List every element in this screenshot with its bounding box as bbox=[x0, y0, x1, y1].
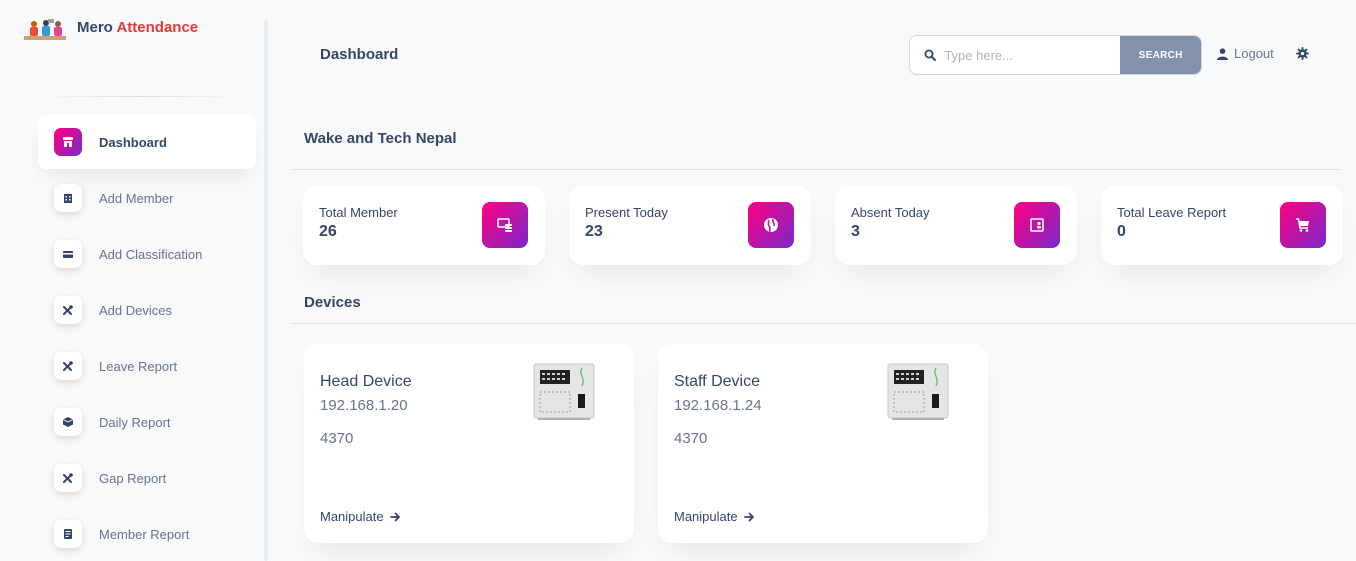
sidebar-item-label: Add Member bbox=[99, 190, 174, 206]
credit-card-icon bbox=[54, 240, 82, 268]
page-title: Dashboard bbox=[320, 46, 399, 63]
device-port: 4370 bbox=[320, 430, 354, 447]
device-card-staff: Staff Device 192.168.1.24 4370 Manipulat… bbox=[658, 344, 988, 543]
manipulate-link[interactable]: Manipulate bbox=[674, 509, 755, 524]
search-icon bbox=[910, 36, 942, 74]
brand-name-part2: Attendance bbox=[116, 19, 199, 36]
device-port: 4370 bbox=[674, 430, 708, 447]
manipulate-link[interactable]: Manipulate bbox=[320, 509, 401, 524]
manipulate-label: Manipulate bbox=[674, 509, 738, 524]
tools-icon bbox=[54, 352, 82, 380]
manipulate-label: Manipulate bbox=[320, 509, 384, 524]
world-icon bbox=[748, 202, 794, 248]
sidebar-nav: Dashboard Add Member Add Classification … bbox=[38, 115, 256, 561]
sidebar-item-leave-report[interactable]: Leave Report bbox=[38, 339, 256, 393]
section-divider bbox=[292, 169, 1340, 170]
devices-section-title: Devices bbox=[304, 294, 361, 311]
arrow-right-icon bbox=[743, 512, 755, 522]
tools-icon bbox=[54, 296, 82, 324]
sidebar-item-member-report[interactable]: Member Report bbox=[38, 507, 256, 561]
cart-icon bbox=[1280, 202, 1326, 248]
company-name: Wake and Tech Nepal bbox=[304, 130, 457, 147]
sidebar-item-add-devices[interactable]: Add Devices bbox=[38, 283, 256, 337]
search-bar: SEARCH bbox=[909, 35, 1202, 75]
sidebar-item-label: Add Classification bbox=[99, 246, 203, 262]
tools-icon bbox=[54, 464, 82, 492]
sidebar-item-add-member[interactable]: Add Member bbox=[38, 171, 256, 225]
sidebar-item-label: Add Devices bbox=[99, 302, 172, 318]
search-button[interactable]: SEARCH bbox=[1120, 36, 1201, 74]
arrow-right-icon bbox=[389, 512, 401, 522]
stat-card-total-leave-report: Total Leave Report 0 bbox=[1101, 186, 1343, 265]
sidebar-item-label: Leave Report bbox=[99, 358, 178, 374]
stat-card-absent-today: Absent Today 3 bbox=[835, 186, 1077, 265]
section-divider bbox=[292, 323, 1356, 324]
logout-label: Logout bbox=[1234, 46, 1274, 61]
device-card-head: Head Device 192.168.1.20 4370 Manipulate bbox=[304, 344, 634, 543]
brand-divider bbox=[40, 96, 240, 97]
stat-card-present-today: Present Today 23 bbox=[569, 186, 811, 265]
document-icon bbox=[54, 520, 82, 548]
sidebar-item-label: Dashboard bbox=[99, 134, 167, 150]
sidebar: Mero Attendance Dashboard Add Member Add… bbox=[0, 0, 268, 561]
screen-icon bbox=[482, 202, 528, 248]
sidebar-item-label: Daily Report bbox=[99, 414, 171, 430]
attendance-device-image bbox=[533, 363, 595, 420]
brand[interactable]: Mero Attendance bbox=[22, 18, 198, 42]
sidebar-item-dashboard[interactable]: Dashboard bbox=[38, 115, 256, 169]
sidebar-divider bbox=[264, 20, 268, 561]
shop-icon bbox=[54, 128, 82, 156]
gear-icon[interactable] bbox=[1296, 47, 1309, 60]
badge-icon bbox=[1014, 202, 1060, 248]
brand-name: Mero Attendance bbox=[77, 18, 198, 38]
logout-button[interactable]: Logout bbox=[1217, 46, 1274, 61]
user-icon bbox=[1217, 47, 1228, 60]
box-icon bbox=[54, 408, 82, 436]
sidebar-item-gap-report[interactable]: Gap Report bbox=[38, 451, 256, 505]
sidebar-item-label: Member Report bbox=[99, 526, 190, 542]
sidebar-item-label: Gap Report bbox=[99, 470, 167, 486]
sidebar-item-daily-report[interactable]: Daily Report bbox=[38, 395, 256, 449]
office-icon bbox=[54, 184, 82, 212]
sidebar-item-add-classification[interactable]: Add Classification bbox=[38, 227, 256, 281]
stat-card-total-member: Total Member 26 bbox=[303, 186, 545, 265]
brand-name-part1: Mero bbox=[77, 19, 117, 36]
attendance-device-image bbox=[887, 363, 949, 420]
search-input[interactable] bbox=[942, 36, 1121, 74]
team-logo-icon bbox=[24, 19, 66, 40]
